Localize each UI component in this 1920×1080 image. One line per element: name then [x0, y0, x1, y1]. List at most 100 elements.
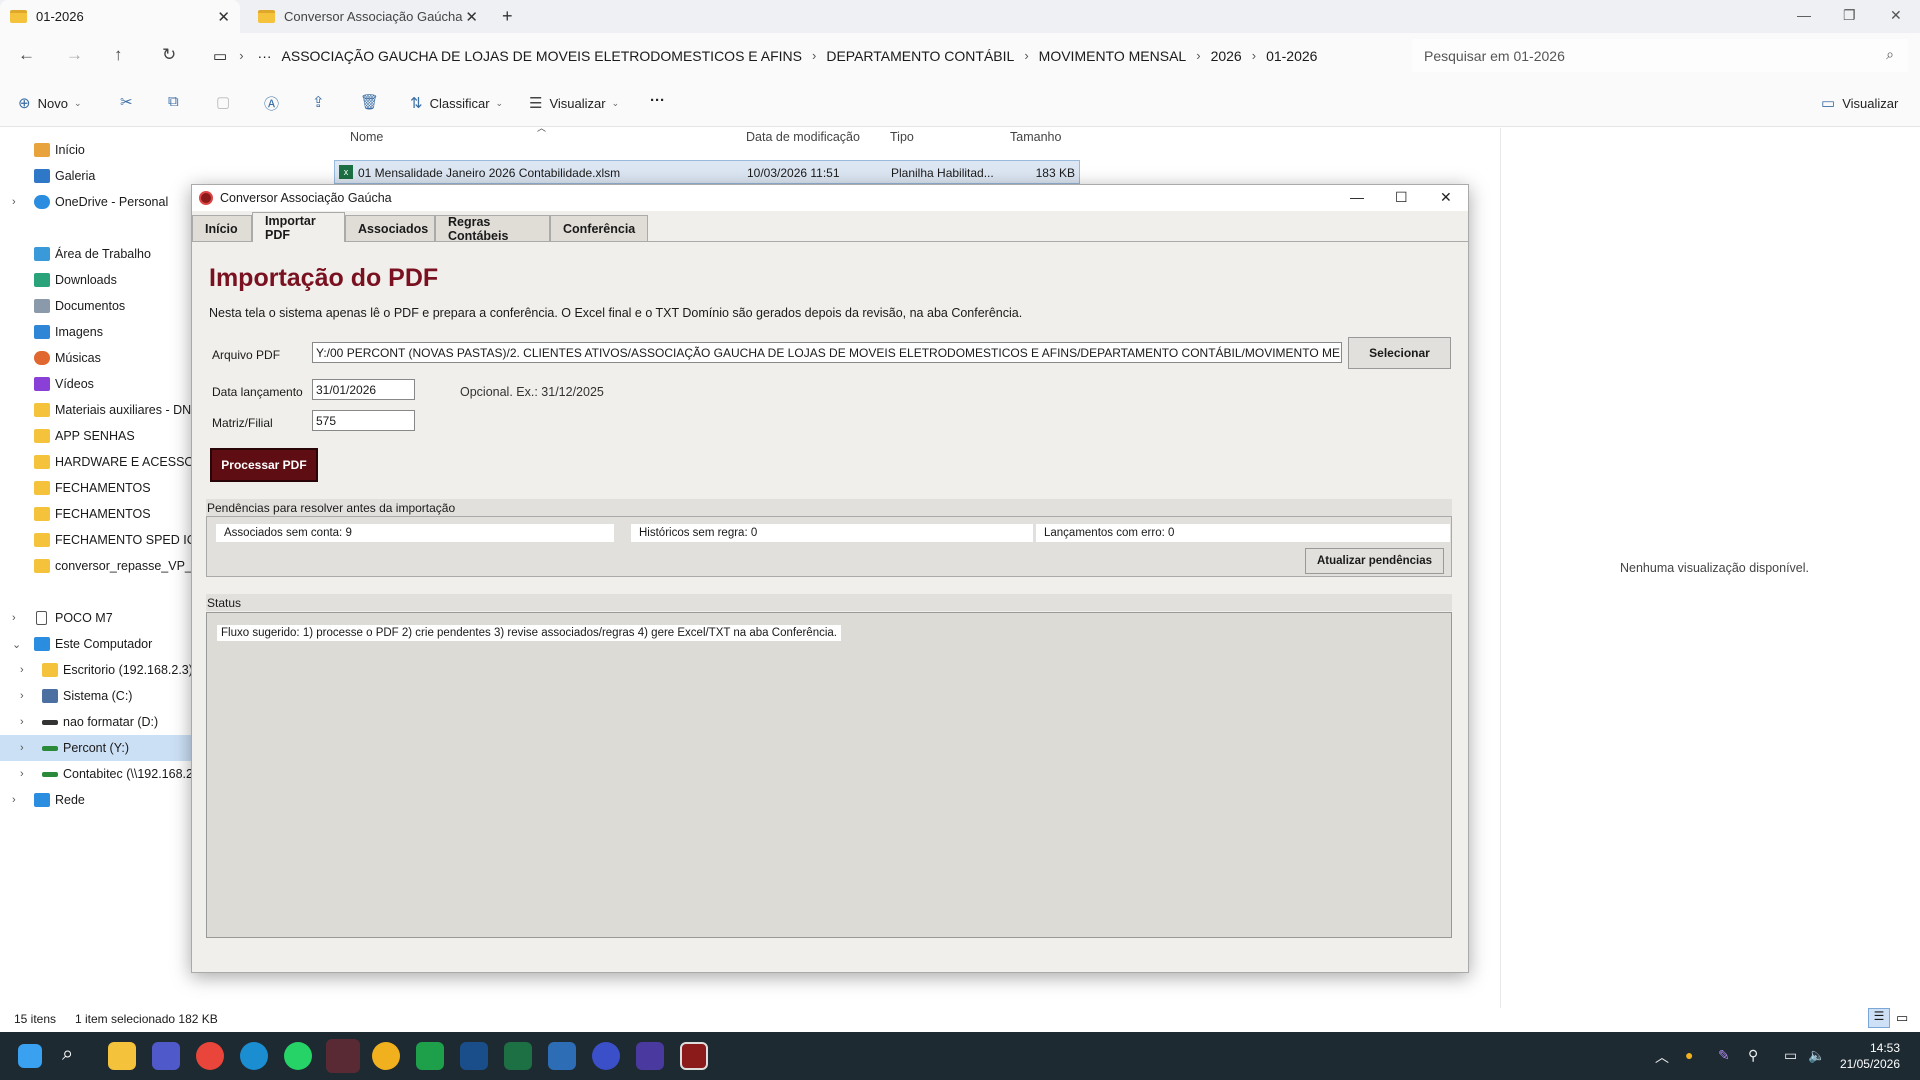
sidebar-item-folder[interactable]: conversor_repasse_VP_As: [0, 553, 200, 579]
sidebar-item-drive-selected[interactable]: › Percont (Y:): [0, 735, 200, 761]
new-tab-icon[interactable]: +: [502, 6, 513, 27]
pen-icon[interactable]: ✎: [1718, 1047, 1730, 1064]
refresh-icon[interactable]: ↻: [162, 45, 176, 65]
sidebar-item-imagens[interactable]: Imagens: [0, 319, 200, 345]
tab-importar-pdf[interactable]: Importar PDF: [252, 212, 345, 242]
sidebar-item-poco[interactable]: › POCO M7: [0, 605, 200, 631]
sidebar-item-drive[interactable]: › Escritorio (192.168.2.3): [0, 657, 200, 683]
breadcrumb-item[interactable]: MOVIMENTO MENSAL: [1039, 48, 1187, 64]
close-icon[interactable]: ✕: [217, 8, 230, 26]
sidebar-item-musicas[interactable]: Músicas: [0, 345, 200, 371]
tab-associados[interactable]: Associados: [345, 215, 435, 242]
tab-conferencia[interactable]: Conferência: [550, 215, 648, 242]
minimize-icon[interactable]: —: [1797, 7, 1811, 23]
whatsapp-icon[interactable]: [284, 1042, 312, 1070]
new-button[interactable]: ⊕ Novo ⌄: [18, 94, 81, 112]
date-input[interactable]: 31/01/2026: [312, 379, 415, 400]
rename-icon[interactable]: Ⓐ: [264, 93, 279, 114]
maximize-icon[interactable]: ☐: [1395, 189, 1408, 206]
sidebar-item-folder[interactable]: Materiais auxiliares - DN: [0, 397, 200, 423]
details-view-icon[interactable]: ☰: [1868, 1008, 1890, 1028]
app-icon[interactable]: [592, 1042, 620, 1070]
app-icon[interactable]: [548, 1042, 576, 1070]
excel-icon[interactable]: [504, 1042, 532, 1070]
copy-icon[interactable]: ⧉: [168, 93, 179, 110]
display-icon[interactable]: ▭: [1784, 1047, 1797, 1064]
sidebar-item-computer[interactable]: ⌄ Este Computador: [0, 631, 200, 657]
sidebar-item-drive[interactable]: › nao formatar (D:): [0, 709, 200, 735]
sidebar-item-folder[interactable]: FECHAMENTOS: [0, 475, 200, 501]
network-status-icon[interactable]: ⚲: [1748, 1047, 1758, 1064]
sidebar-item-drive[interactable]: › Contabitec (\\192.168.2.: [0, 761, 200, 787]
ellipsis-icon[interactable]: ···: [258, 48, 272, 64]
breadcrumb-item[interactable]: 2026: [1211, 48, 1242, 64]
tab-01-2026[interactable]: 01-2026 ✕: [0, 0, 240, 33]
chevron-right-icon[interactable]: ›: [12, 794, 16, 806]
chevron-right-icon[interactable]: ›: [12, 612, 16, 624]
tab-regras-contabeis[interactable]: Regras Contábeis: [435, 215, 550, 243]
sort-button[interactable]: ⇅ Classificar ⌄: [410, 94, 503, 112]
tab-conversor[interactable]: Conversor Associação Gaúcha ✕: [248, 0, 488, 33]
select-file-button[interactable]: Selecionar: [1348, 337, 1451, 369]
sidebar-item-videos[interactable]: Vídeos: [0, 371, 200, 397]
column-header-name[interactable]: Nome: [350, 130, 383, 144]
minimize-icon[interactable]: —: [1350, 189, 1364, 205]
more-options-button[interactable]: ···: [650, 92, 665, 109]
breadcrumb-item[interactable]: ASSOCIAÇÃO GAUCHA DE LOJAS DE MOVEIS ELE…: [282, 48, 802, 64]
tab-inicio[interactable]: Início: [192, 215, 252, 242]
sidebar-item-folder[interactable]: FECHAMENTO SPED ICMS: [0, 527, 200, 553]
sidebar-item-drive[interactable]: › Sistema (C:): [0, 683, 200, 709]
teams-icon[interactable]: [152, 1042, 180, 1070]
close-icon[interactable]: ✕: [465, 8, 478, 26]
address-bar[interactable]: ▭ › ··· ASSOCIAÇÃO GAUCHA DE LOJAS DE MO…: [207, 39, 1403, 72]
chevron-right-icon[interactable]: ›: [12, 196, 16, 208]
sidebar-item-network[interactable]: › Rede: [0, 787, 200, 813]
search-icon[interactable]: ⌕: [62, 1043, 90, 1071]
cut-icon[interactable]: ✂: [120, 93, 133, 111]
chevron-down-icon[interactable]: ⌄: [12, 638, 21, 651]
up-icon[interactable]: ↑: [114, 45, 123, 65]
chevron-right-icon[interactable]: ›: [20, 768, 24, 780]
refresh-pending-button[interactable]: Atualizar pendências: [1305, 548, 1444, 574]
windows-start-icon[interactable]: [18, 1044, 42, 1068]
clock[interactable]: 14:53 21/05/2026: [1840, 1040, 1900, 1072]
paste-icon[interactable]: ▢: [216, 93, 230, 111]
volume-icon[interactable]: 🔈: [1808, 1047, 1825, 1064]
chevron-right-icon[interactable]: ›: [20, 742, 24, 754]
back-icon[interactable]: ←: [18, 45, 35, 65]
sidebar-item-onedrive[interactable]: › OneDrive - Personal: [0, 189, 200, 215]
column-header-size[interactable]: Tamanho: [1010, 130, 1061, 144]
column-header-modified[interactable]: Data de modificação: [746, 130, 860, 144]
app-icon-active[interactable]: [326, 1039, 360, 1073]
file-row[interactable]: x 01 Mensalidade Janeiro 2026 Contabilid…: [334, 160, 1080, 184]
app-icon[interactable]: [460, 1042, 488, 1070]
close-icon[interactable]: ✕: [1440, 189, 1452, 206]
sidebar-item-inicio[interactable]: Início: [0, 137, 200, 163]
chevron-right-icon[interactable]: ›: [20, 716, 24, 728]
calculator-icon[interactable]: [416, 1042, 444, 1070]
view-button[interactable]: ☰ Visualizar ⌄: [529, 94, 619, 112]
chevron-right-icon[interactable]: ›: [20, 664, 24, 676]
chevron-up-icon[interactable]: ︿: [1655, 1047, 1669, 1067]
tiles-view-icon[interactable]: ▭: [1896, 1010, 1908, 1026]
conversor-app-icon[interactable]: [680, 1042, 708, 1070]
app-icon[interactable]: [636, 1042, 664, 1070]
search-input[interactable]: Pesquisar em 01-2026 ⌕: [1412, 39, 1908, 72]
share-icon[interactable]: ⇪: [312, 93, 325, 111]
branch-input[interactable]: 575: [312, 410, 415, 431]
delete-icon[interactable]: 🗑: [360, 93, 379, 111]
forward-icon[interactable]: →: [66, 45, 83, 65]
sidebar-item-desktop[interactable]: Área de Trabalho: [0, 241, 200, 267]
sidebar-item-galeria[interactable]: Galeria: [0, 163, 200, 189]
search-icon[interactable]: ⌕: [1886, 46, 1894, 63]
file-explorer-icon[interactable]: [108, 1042, 136, 1070]
chrome-tray-icon[interactable]: ●: [1685, 1047, 1693, 1063]
chevron-right-icon[interactable]: ›: [20, 690, 24, 702]
restore-icon[interactable]: ❐: [1843, 7, 1856, 24]
sidebar-item-folder[interactable]: FECHAMENTOS: [0, 501, 200, 527]
sidebar-item-documentos[interactable]: Documentos: [0, 293, 200, 319]
pdf-path-input[interactable]: Y:/00 PERCONT (NOVAS PASTAS)/2. CLIENTES…: [312, 342, 1342, 363]
chrome-profile-icon[interactable]: [372, 1042, 400, 1070]
details-pane-button[interactable]: ▭ Visualizar: [1821, 94, 1898, 112]
breadcrumb-item[interactable]: DEPARTAMENTO CONTÁBIL: [826, 48, 1014, 64]
